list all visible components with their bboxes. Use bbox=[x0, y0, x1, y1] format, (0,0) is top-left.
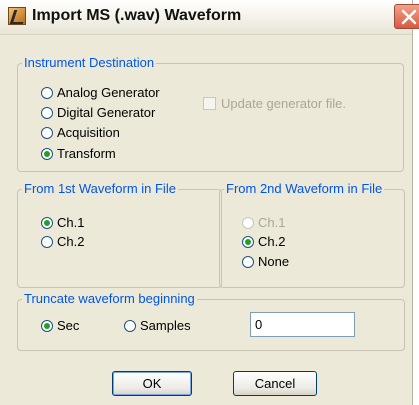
radio-label: Ch.1 bbox=[258, 215, 286, 230]
first-waveform-legend: From 1st Waveform in File bbox=[24, 181, 176, 196]
radio-label: Ch.2 bbox=[258, 234, 286, 249]
radio-selected-icon bbox=[41, 148, 53, 160]
radio-button-icon bbox=[41, 87, 53, 99]
radio-second-ch2[interactable]: Ch.2 bbox=[242, 235, 285, 249]
radio-acquisition[interactable]: Acquisition bbox=[41, 126, 120, 140]
radio-samples[interactable]: Samples bbox=[124, 319, 191, 333]
radio-label: Sec bbox=[57, 318, 80, 333]
update-generator-checkbox[interactable]: Update generator file. bbox=[203, 96, 346, 111]
radio-selected-icon bbox=[242, 236, 254, 248]
radio-digital-generator[interactable]: Digital Generator bbox=[41, 106, 155, 120]
radio-button-icon bbox=[124, 320, 136, 332]
radio-sec[interactable]: Sec bbox=[41, 319, 79, 333]
truncate-legend: Truncate waveform beginning bbox=[24, 291, 195, 306]
ok-button[interactable]: OK bbox=[112, 371, 192, 396]
title-bar[interactable]: Import MS (.wav) Waveform bbox=[0, 0, 419, 35]
dialog-title: Import MS (.wav) Waveform bbox=[32, 7, 242, 24]
radio-transform[interactable]: Transform bbox=[41, 147, 116, 161]
waveform-app-icon bbox=[8, 7, 26, 25]
radio-label: Samples bbox=[140, 318, 191, 333]
radio-button-icon bbox=[242, 256, 254, 268]
radio-label: Acquisition bbox=[57, 125, 120, 140]
radio-label: Ch.1 bbox=[57, 215, 85, 230]
radio-button-icon bbox=[41, 236, 53, 248]
radio-label: Transform bbox=[57, 146, 116, 161]
checkbox-icon bbox=[203, 97, 216, 110]
radio-button-icon bbox=[242, 217, 254, 229]
radio-label: Digital Generator bbox=[57, 105, 156, 120]
radio-second-ch1[interactable]: Ch.1 bbox=[242, 216, 285, 230]
radio-label: Ch.2 bbox=[57, 234, 85, 249]
checkbox-label: Update generator file. bbox=[221, 96, 347, 111]
radio-selected-icon bbox=[41, 217, 53, 229]
second-waveform-legend: From 2nd Waveform in File bbox=[226, 181, 383, 196]
radio-button-icon bbox=[41, 127, 53, 139]
radio-label: None bbox=[258, 254, 290, 269]
import-dialog: Import MS (.wav) Waveform Instrument Des… bbox=[0, 0, 419, 405]
radio-second-none[interactable]: None bbox=[242, 255, 289, 269]
radio-analog-generator[interactable]: Analog Generator bbox=[41, 86, 160, 100]
instrument-destination-legend: Instrument Destination bbox=[24, 55, 155, 70]
radio-label: Analog Generator bbox=[57, 85, 160, 100]
radio-first-ch2[interactable]: Ch.2 bbox=[41, 235, 84, 249]
radio-selected-icon bbox=[41, 320, 53, 332]
close-button[interactable] bbox=[394, 4, 419, 29]
radio-button-icon bbox=[41, 107, 53, 119]
radio-first-ch1[interactable]: Ch.1 bbox=[41, 216, 84, 230]
cancel-button[interactable]: Cancel bbox=[233, 371, 317, 396]
close-icon bbox=[401, 9, 417, 25]
truncate-value-input[interactable] bbox=[250, 312, 355, 337]
